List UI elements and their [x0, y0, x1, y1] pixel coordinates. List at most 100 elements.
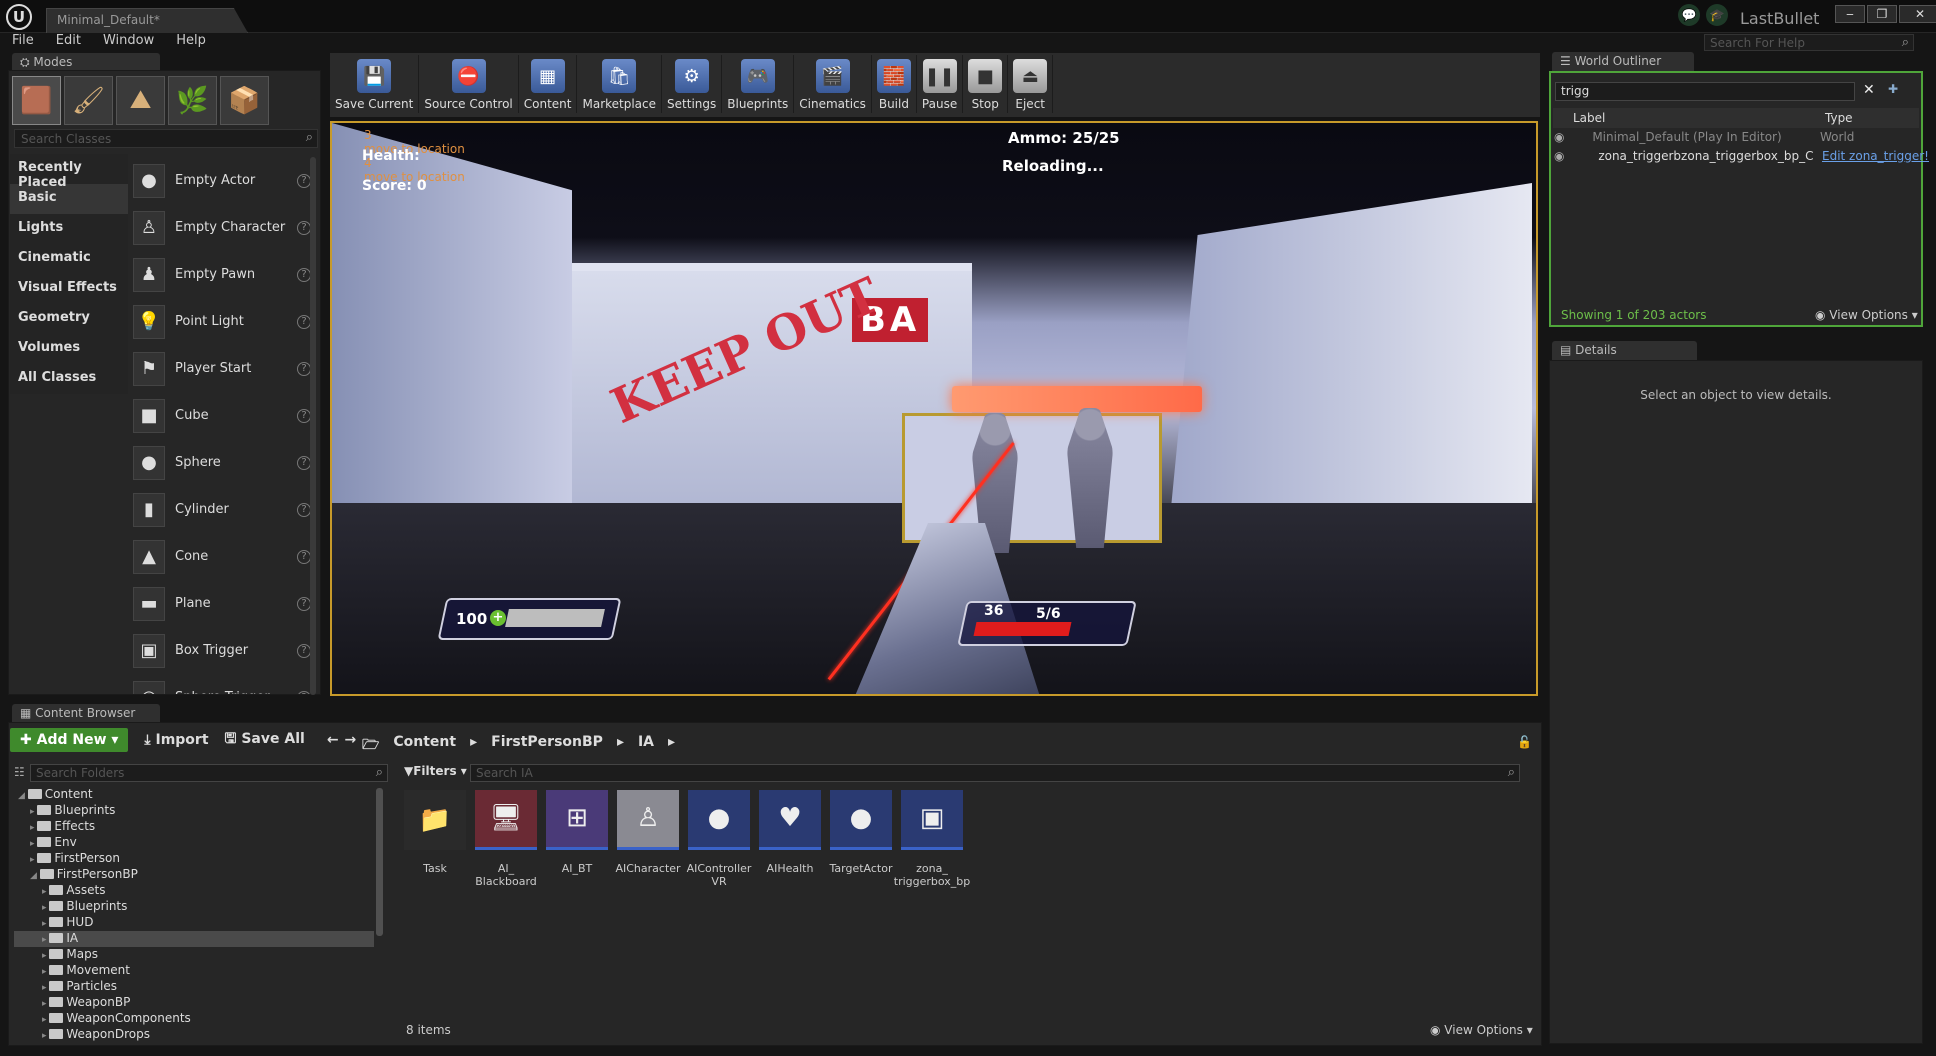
placeable-item[interactable]: 💡 Point Light?: [133, 298, 311, 345]
lock-icon[interactable]: 🔓: [1517, 735, 1532, 749]
column-type[interactable]: Type: [1825, 111, 1853, 125]
folder-tree-item[interactable]: ▸ IA: [14, 931, 374, 947]
expand-arrow-icon[interactable]: ▸: [30, 855, 37, 865]
sources-toggle-icon[interactable]: ☷: [14, 765, 25, 779]
visibility-eye-icon[interactable]: ◉: [1554, 130, 1564, 144]
expand-arrow-icon[interactable]: ▸: [42, 903, 49, 913]
asset-tile[interactable]: ♥ AIHealth: [759, 790, 821, 888]
toolbar-save-current-button[interactable]: 💾 Save Current: [330, 55, 420, 113]
landscape-mode-icon[interactable]: ⛰: [116, 76, 165, 125]
placeable-item[interactable]: ▣ Box Trigger?: [133, 627, 311, 674]
category-all-classes[interactable]: All Classes: [10, 364, 128, 394]
expand-arrow-icon[interactable]: ▸: [42, 1015, 49, 1025]
toolbar-pause-button[interactable]: ❚❚ Pause: [917, 55, 964, 113]
expand-arrow-icon[interactable]: ◢: [18, 791, 28, 801]
add-new-button[interactable]: ✚ Add New ▾: [10, 728, 129, 752]
category-recently-placed[interactable]: Recently Placed: [10, 154, 128, 190]
help-icon[interactable]: ?: [297, 596, 311, 611]
placeable-item[interactable]: ♙ Empty Character?: [133, 204, 311, 251]
unreal-logo[interactable]: U: [6, 4, 32, 30]
menu-edit[interactable]: Edit: [56, 33, 81, 53]
expand-arrow-icon[interactable]: ▸: [42, 951, 49, 961]
placeable-item[interactable]: ♟ Empty Pawn?: [133, 251, 311, 298]
outliner-search-input[interactable]: trigg: [1555, 82, 1855, 101]
tab-details[interactable]: ▤ Details: [1552, 341, 1697, 360]
toolbar-content-button[interactable]: ▦ Content: [519, 55, 578, 113]
tab-content-browser[interactable]: ▦ Content Browser: [12, 704, 160, 723]
breadcrumb-firstpersonbp[interactable]: FirstPersonBP: [491, 734, 603, 758]
chevron-right-icon[interactable]: ▸: [617, 734, 624, 758]
expand-arrow-icon[interactable]: ▸: [42, 887, 49, 897]
placeable-item[interactable]: ▬ Plane?: [133, 580, 311, 627]
expand-arrow-icon[interactable]: ▸: [42, 967, 49, 977]
menu-file[interactable]: File: [12, 33, 34, 53]
folder-tree-item[interactable]: ▸ Assets: [14, 883, 374, 899]
expand-arrow-icon[interactable]: ▸: [42, 999, 49, 1009]
category-visual-effects[interactable]: Visual Effects: [10, 274, 128, 304]
help-icon[interactable]: ?: [297, 408, 311, 423]
edit-blueprint-link[interactable]: Edit zona_trigger!: [1822, 149, 1929, 167]
toolbar-marketplace-button[interactable]: 🛍 Marketplace: [577, 55, 663, 113]
add-actor-icon[interactable]: ✚: [1888, 82, 1898, 96]
help-icon[interactable]: ?: [297, 314, 311, 329]
chevron-right-icon[interactable]: ▸: [668, 734, 675, 758]
help-icon[interactable]: ?: [297, 690, 311, 694]
folder-tree-item[interactable]: ▸ WeaponComponents: [14, 1011, 374, 1027]
expand-arrow-icon[interactable]: ▸: [30, 839, 37, 849]
folder-tree-item[interactable]: ▸ Blueprints: [14, 803, 374, 819]
expand-arrow-icon[interactable]: ▸: [42, 935, 49, 945]
folder-tree-item[interactable]: ◢ FirstPersonBP: [14, 867, 374, 883]
tree-scrollbar[interactable]: [376, 788, 383, 936]
placeable-item[interactable]: ⚑ Player Start?: [133, 345, 311, 392]
document-tab[interactable]: Minimal_Default*: [46, 8, 248, 33]
asset-tile[interactable]: 📁 Task: [404, 790, 466, 888]
toolbar-build-button[interactable]: 🧱 Build: [872, 55, 917, 113]
toolbar-blueprints-button[interactable]: 🎮 Blueprints: [722, 55, 795, 113]
maximize-button[interactable]: ❐: [1867, 5, 1897, 23]
asset-tile[interactable]: ● TargetActor: [830, 790, 893, 888]
class-search-input[interactable]: Search Classes ⌕: [14, 129, 318, 148]
expand-arrow-icon[interactable]: ▸: [30, 807, 37, 817]
category-geometry[interactable]: Geometry: [10, 304, 128, 334]
help-icon[interactable]: ?: [297, 502, 311, 517]
help-icon[interactable]: ?: [297, 220, 311, 235]
asset-tile[interactable]: ▣ zona_ triggerbox_bp: [894, 790, 970, 888]
level-viewport[interactable]: BA KEEP OUT 3 move to location 4 move to…: [330, 121, 1538, 696]
folder-tree-item[interactable]: ▸ WeaponDrops: [14, 1027, 374, 1043]
import-button[interactable]: ⤓ Import: [144, 732, 208, 748]
folder-tree-item[interactable]: ▸ Particles: [14, 979, 374, 995]
placeable-item[interactable]: ● Empty Actor?: [133, 157, 311, 204]
save-all-button[interactable]: 🖫 Save All: [225, 728, 305, 752]
category-lights[interactable]: Lights: [10, 214, 128, 244]
visibility-eye-icon[interactable]: ◉: [1554, 149, 1564, 163]
tab-world-outliner[interactable]: ☰ World Outliner: [1552, 52, 1694, 71]
help-icon[interactable]: ?: [297, 267, 311, 282]
help-icon[interactable]: ?: [297, 361, 311, 376]
placeable-item[interactable]: ■ Cube?: [133, 392, 311, 439]
help-icon[interactable]: ?: [297, 173, 311, 188]
minimize-button[interactable]: ‒: [1835, 5, 1865, 23]
placeable-item[interactable]: ▲ Cone?: [133, 533, 311, 580]
folder-tree-item[interactable]: ▸ Env: [14, 835, 374, 851]
chevron-right-icon[interactable]: ▸: [470, 734, 477, 758]
toolbar-stop-button[interactable]: ■ Stop: [963, 55, 1009, 113]
category-cinematic[interactable]: Cinematic: [10, 244, 128, 274]
column-label[interactable]: Label: [1573, 111, 1605, 125]
folder-tree-item[interactable]: ▸ WeaponBP: [14, 995, 374, 1011]
expand-arrow-icon[interactable]: ▸: [42, 919, 49, 929]
paint-mode-icon[interactable]: 🖌: [64, 76, 113, 125]
asset-tile[interactable]: ♙ AICharacter: [615, 790, 681, 888]
asset-search-input[interactable]: Search IA ⌕: [470, 764, 1520, 782]
toolbar-eject-button[interactable]: ⏏ Eject: [1008, 55, 1054, 113]
category-volumes[interactable]: Volumes: [10, 334, 128, 364]
breadcrumb-ia[interactable]: IA: [638, 734, 654, 758]
expand-arrow-icon[interactable]: ▸: [42, 983, 49, 993]
modes-scrollbar[interactable]: [310, 157, 316, 695]
folder-search-input[interactable]: Search Folders ⌕: [30, 764, 388, 782]
folder-tree-item[interactable]: ▸ HUD: [14, 915, 374, 931]
expand-arrow-icon[interactable]: ▸: [42, 1031, 49, 1041]
clear-search-icon[interactable]: ✕: [1863, 82, 1875, 98]
folder-tree-item[interactable]: ◢ Content: [14, 787, 374, 803]
expand-arrow-icon[interactable]: ▸: [30, 823, 37, 833]
expand-arrow-icon[interactable]: ◢: [30, 871, 40, 881]
